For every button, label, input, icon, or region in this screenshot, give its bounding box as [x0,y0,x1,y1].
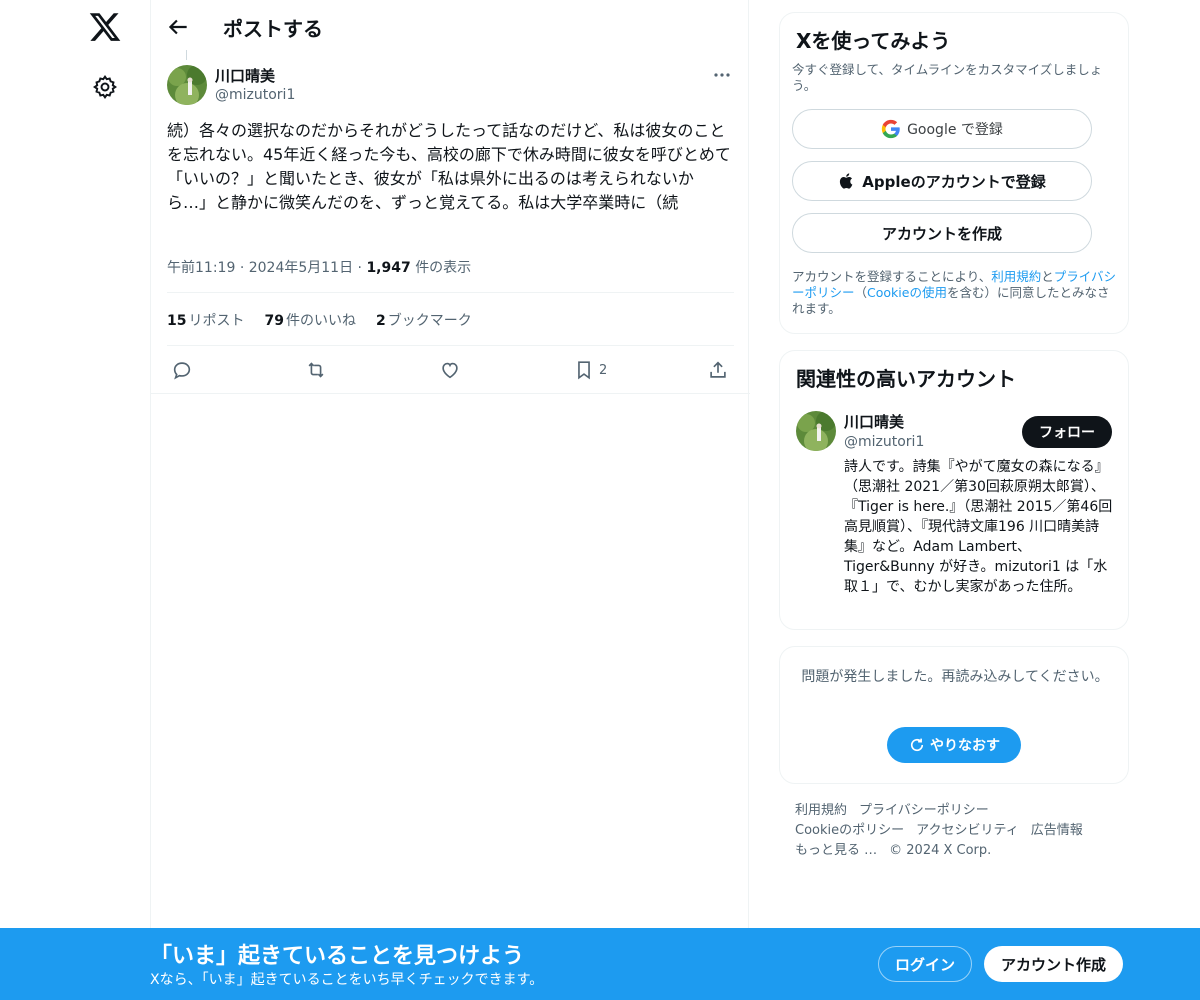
reposts-stat[interactable]: 15 リポスト [167,310,244,330]
error-message: 問題が発生しました。再読み込みしてください。 [801,669,1109,685]
divider [167,292,734,293]
footer-row: 利用規約 プライバシーポリシー [795,801,1125,821]
page-header: ポストする [151,0,750,54]
cookie-link[interactable]: Cookieの使用 [867,285,947,300]
bottom-signup-banner: 「いま」起きていることを見つけよう Xなら、「いま」起きていることをいち早くチェ… [0,928,1200,1000]
thread-line [186,50,187,60]
footer-link[interactable]: アクセシビリティ [916,823,1019,838]
meta-separator: · [239,260,249,276]
footer-link[interactable]: 広告情報 [1031,823,1083,838]
author-handle[interactable]: @mizutori1 [215,87,295,103]
likes-stat[interactable]: 79 件のいいね [264,310,355,330]
relevant-handle[interactable]: @mizutori1 [844,434,924,450]
google-icon [881,119,900,139]
repost-icon [308,362,324,378]
share-button[interactable] [707,358,729,382]
x-logo-icon[interactable] [88,10,122,44]
post-time[interactable]: 午前11:19 [167,260,235,276]
footer-links: 利用規約 プライバシーポリシー Cookieのポリシー アクセシビリティ 広告情報 も… [795,801,1125,861]
relevant-bio: 詩人です。詩集『やがて魔女の森になる』（思潮社 2021／第30回萩原朔太郎賞）… [844,459,1113,595]
repost-button[interactable] [305,358,327,382]
retry-label: やりなおす [930,738,1000,754]
relevant-name[interactable]: 川口晴美 [844,411,904,432]
apple-icon [840,173,853,189]
left-navigation [0,0,150,1000]
signup-button[interactable]: アカウント作成 [984,946,1123,982]
reply-icon [173,362,191,380]
views-count: 1,947 [366,260,411,276]
terms-link[interactable]: 利用規約 [991,269,1041,284]
post-actions: 2 [151,346,750,394]
error-card: 問題が発生しました。再読み込みしてください。 やりなおす [779,646,1129,784]
signup-subtitle: 今すぐ登録して、タイムラインをカスタマイズしましょう。 [792,62,1103,93]
signup-title: Xを使ってみよう [796,29,951,53]
create-account-label: アカウントを作成 [881,224,1002,243]
retry-button[interactable]: やりなおす [887,727,1021,763]
terms-text: と [1041,269,1054,284]
apple-signup-label: Appleのアカウントで登録 [862,172,1046,191]
avatar[interactable] [167,65,207,105]
post-stats: 15 リポスト 79 件のいいね 2 ブックマーク [167,310,472,330]
share-icon [710,361,726,378]
reply-button[interactable] [171,358,193,382]
like-button[interactable] [439,358,461,382]
bookmark-icon [578,361,590,380]
bookmarks-stat[interactable]: 2 ブックマーク [376,310,472,330]
footer-copyright: © 2024 X Corp. [889,843,992,858]
login-label: ログイン [894,955,955,974]
more-dots-icon[interactable] [711,66,733,84]
post-date[interactable]: 2024年5月11日 [249,260,353,276]
signup-terms: アカウントを登録することにより、利用規約とプライバシーポリシー（Cookieの使… [792,269,1120,317]
login-button[interactable]: ログイン [878,946,972,982]
bookmark-button[interactable]: 2 [573,358,607,382]
follow-label: フォロー [1039,425,1095,441]
footer-row: Cookieのポリシー アクセシビリティ 広告情報 [795,821,1125,841]
footer-link[interactable]: Cookieのポリシー [795,823,904,838]
google-signup-label: Google で登録 [907,122,1003,138]
signup-label: アカウント作成 [1000,955,1106,974]
terms-text: アカウントを登録することにより、 [792,269,992,284]
apple-signup-button[interactable]: Appleのアカウントで登録 [792,161,1092,201]
follow-button[interactable]: フォロー [1022,416,1112,448]
footer-row: もっと見る … © 2024 X Corp. [795,841,1125,861]
banner-subtitle: Xなら、「いま」起きていることをいち早くチェックできます。 [150,972,544,988]
footer-link[interactable]: 利用規約 [795,803,847,818]
gear-icon[interactable] [92,74,118,100]
page-title: ポストする [223,17,323,41]
main-column: ポストする 川口晴美 @mizutori1 続）各々の選択なのだからそれがどうし… [150,0,750,1000]
heart-icon [442,362,458,379]
footer-link[interactable]: プライバシーポリシー [859,803,989,818]
post-meta: 午前11:19 · 2024年5月11日 · 1,947 件の表示 [167,257,471,277]
footer-more-link[interactable]: もっと見る … [795,843,877,858]
relevant-accounts-card: 関連性の高いアカウント 川口晴美 @mizutori1 フォロー 詩人です。詩集… [779,350,1129,630]
create-account-button[interactable]: アカウントを作成 [792,213,1092,253]
terms-text: （ [854,285,868,300]
back-arrow-icon[interactable] [165,14,191,40]
author-name[interactable]: 川口晴美 [215,65,275,86]
views-label: 件の表示 [415,260,472,276]
google-signup-button[interactable]: Google で登録 [792,109,1092,149]
avatar[interactable] [796,411,836,451]
bookmark-count: 2 [599,362,608,378]
post-text: 続）各々の選択なのだからそれがどうしたって話なのだけど、私は彼女のことを忘れない… [167,121,731,212]
relevant-title: 関連性の高いアカウント [796,367,1016,391]
refresh-icon [910,738,924,752]
signup-card: Xを使ってみよう 今すぐ登録して、タイムラインをカスタマイズしましょう。 Goo… [779,12,1129,334]
banner-title: 「いま」起きていることを見つけよう [150,944,525,969]
